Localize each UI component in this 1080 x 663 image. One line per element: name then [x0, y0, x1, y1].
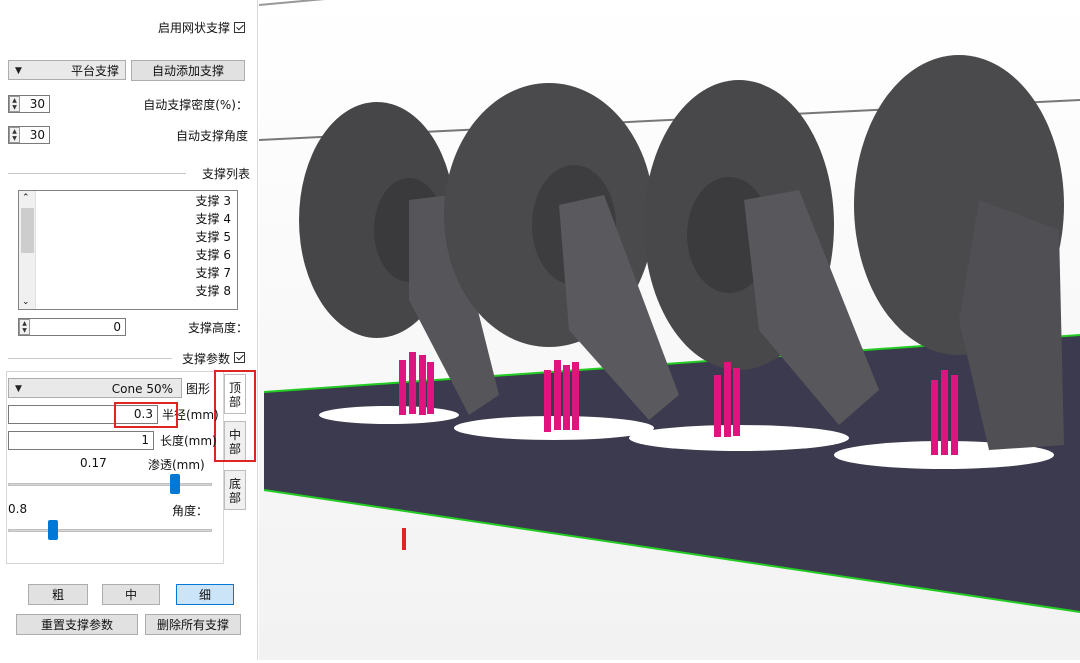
- enable-mesh-support-label: 启用网状支撑: [157, 21, 230, 35]
- 3d-viewport[interactable]: [258, 0, 1080, 660]
- list-item[interactable]: 支撑 3: [196, 192, 231, 210]
- list-item[interactable]: 支撑 5: [196, 228, 231, 246]
- radius-highlight: [114, 402, 178, 428]
- platform-support-value: 平台支撑: [70, 64, 119, 78]
- length-input[interactable]: 1: [8, 431, 154, 450]
- scroll-down-icon[interactable]: ⌄: [22, 297, 30, 307]
- list-scrollbar[interactable]: ⌃ ⌄: [19, 191, 36, 309]
- support-params-checkbox[interactable]: [234, 352, 245, 363]
- scene-render: [258, 0, 1080, 660]
- support-height-input[interactable]: 0: [18, 318, 126, 336]
- angle-slider-thumb[interactable]: [48, 520, 58, 540]
- penetration-value: 0.17: [80, 456, 107, 470]
- divider: [8, 358, 172, 359]
- shape-value: Cone 50%: [111, 382, 173, 396]
- auto-density-spinner[interactable]: ▲ ▼: [9, 96, 20, 112]
- fine-button[interactable]: 细: [176, 584, 234, 605]
- auto-density-label: 自动支撑密度(%)：: [143, 98, 248, 112]
- length-label: 长度(mm): [160, 434, 217, 448]
- angle-value: 0.8: [8, 502, 28, 516]
- delete-all-supports-button[interactable]: 删除所有支撑: [145, 614, 241, 635]
- chevron-down-icon: ▼: [15, 384, 22, 394]
- scroll-up-icon[interactable]: ⌃: [22, 193, 30, 203]
- chevron-down-icon: ▼: [15, 66, 22, 76]
- auto-add-support-button[interactable]: 自动添加支撑: [131, 60, 245, 81]
- shape-dropdown[interactable]: ▼ Cone 50%: [8, 378, 182, 398]
- support-settings-panel: 启用网状支撑 ▼ 平台支撑 自动添加支撑 30 ▲ ▼ 自动支撑密度(%)： 30…: [0, 0, 258, 660]
- support-params-label: 支撑参数: [181, 352, 230, 366]
- angle-label: 角度：: [172, 504, 209, 518]
- shape-label: 图形: [186, 382, 211, 396]
- list-item[interactable]: 支撑 4: [196, 210, 231, 228]
- auto-angle-spinner[interactable]: ▲ ▼: [9, 127, 20, 143]
- penetration-slider-thumb[interactable]: [170, 474, 180, 494]
- platform-support-dropdown[interactable]: ▼ 平台支撑: [8, 60, 126, 80]
- list-item[interactable]: 支撑 8: [196, 282, 231, 300]
- support-list[interactable]: ⌃ ⌄ 支撑 3 支撑 4 支撑 5 支撑 6 支撑 7 支撑 8: [18, 190, 238, 310]
- auto-angle-label: 自动支撑角度: [175, 129, 248, 143]
- scroll-thumb[interactable]: [21, 208, 34, 253]
- thick-button[interactable]: 粗: [28, 584, 88, 605]
- penetration-label: 渗透(mm): [148, 458, 205, 472]
- angle-slider-track[interactable]: [8, 529, 212, 532]
- reset-support-params-button[interactable]: 重置支撑参数: [16, 614, 138, 635]
- tab-bottom[interactable]: 底部: [224, 470, 246, 510]
- support-height-spinner[interactable]: ▲ ▼: [19, 319, 30, 335]
- divider: [8, 173, 186, 174]
- tabs-highlight: [214, 370, 256, 462]
- support-height-label: 支撑高度：: [187, 321, 248, 335]
- support-list-title: 支撑列表: [201, 167, 250, 181]
- medium-button[interactable]: 中: [102, 584, 160, 605]
- list-item[interactable]: 支撑 7: [196, 264, 231, 282]
- penetration-slider-track[interactable]: [8, 483, 212, 486]
- list-item[interactable]: 支撑 6: [196, 246, 231, 264]
- enable-mesh-support-checkbox[interactable]: [234, 22, 245, 33]
